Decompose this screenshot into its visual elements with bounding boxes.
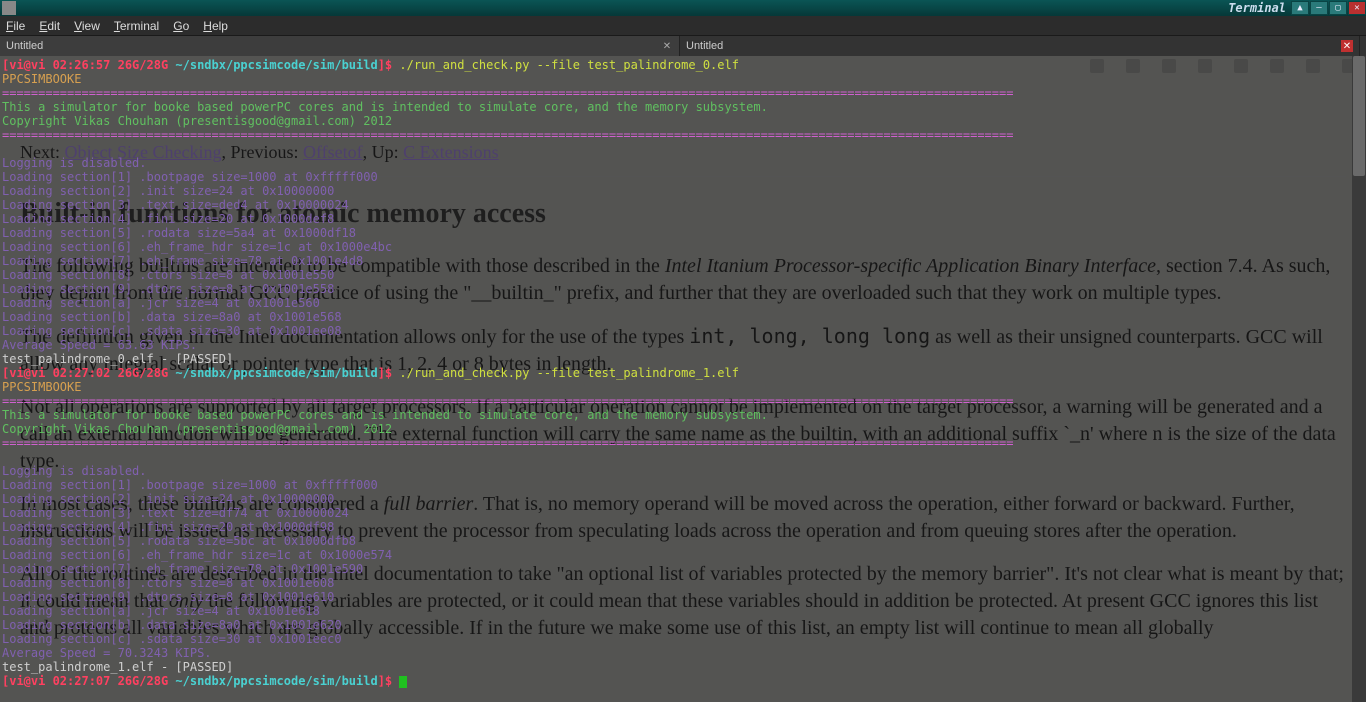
maximize-button[interactable]: ▢ [1329, 1, 1347, 15]
terminal-line: Loading section[5] .rodata size=5bc at 0… [2, 534, 1350, 548]
terminal-line [2, 142, 1350, 156]
menu-file[interactable]: File [6, 19, 25, 33]
terminal-line: Copyright Vikas Chouhan (presentisgood@g… [2, 114, 1350, 128]
terminal-line: Loading section[a] .jcr size=4 at 0x1001… [2, 604, 1350, 618]
terminal-line: Loading section[c] .sdata size=30 at 0x1… [2, 324, 1350, 338]
terminal-line: Logging is disabled. [2, 464, 1350, 478]
terminal-line: Loading section[9] .dtors size=8 at 0x10… [2, 282, 1350, 296]
cursor [399, 676, 407, 688]
terminal-line: Loading section[b] .data size=8a0 at 0x1… [2, 618, 1350, 632]
scrollbar-thumb[interactable] [1353, 56, 1365, 176]
terminal-line: Loading section[3] .text size=ded4 at 0x… [2, 198, 1350, 212]
terminal-line: Loading section[a] .jcr size=4 at 0x1001… [2, 296, 1350, 310]
terminal-line: Loading section[9] .dtors size=8 at 0x10… [2, 590, 1350, 604]
shade-button[interactable]: ▲ [1291, 1, 1309, 15]
tab-0[interactable]: Untitled ✕ [0, 36, 680, 56]
tab-bar: Untitled ✕ Untitled ✕ [0, 36, 1366, 56]
tab-1[interactable]: Untitled ✕ [680, 36, 1360, 56]
terminal-line: Copyright Vikas Chouhan (presentisgood@g… [2, 422, 1350, 436]
terminal-line: Loading section[7] .eh_frame size=78 at … [2, 254, 1350, 268]
terminal-line: Loading section[c] .sdata size=30 at 0x1… [2, 632, 1350, 646]
terminal-line: This a simulator for booke based powerPC… [2, 408, 1350, 422]
terminal-line: PPCSIMBOOKE [2, 72, 1350, 86]
menu-terminal[interactable]: Terminal [114, 19, 159, 33]
close-button[interactable]: ✕ [1348, 1, 1366, 15]
window-title: Terminal [1228, 1, 1286, 15]
tab-label: Untitled [686, 40, 723, 52]
menu-go[interactable]: Go [173, 19, 189, 33]
tab-close-icon[interactable]: ✕ [661, 40, 673, 52]
terminal-line: Loading section[4] .fini size=20 at 0x10… [2, 520, 1350, 534]
terminal-line: [vi@vi 02:27:02 26G/28G ~/sndbx/ppcsimco… [2, 366, 1350, 380]
menu-view[interactable]: View [74, 19, 100, 33]
terminal-line: [vi@vi 02:26:57 26G/28G ~/sndbx/ppcsimco… [2, 58, 1350, 72]
terminal-line: ========================================… [2, 86, 1350, 100]
tab-close-icon[interactable]: ✕ [1341, 40, 1353, 52]
terminal-line: Loading section[4] .fini size=20 at 0x10… [2, 212, 1350, 226]
minimize-button[interactable]: — [1310, 1, 1328, 15]
scrollbar[interactable] [1352, 56, 1366, 702]
app-icon [2, 1, 16, 15]
terminal-line: [vi@vi 02:27:07 26G/28G ~/sndbx/ppcsimco… [2, 674, 1350, 688]
terminal-line: ========================================… [2, 436, 1350, 450]
terminal-line: PPCSIMBOOKE [2, 380, 1350, 394]
terminal-line: Loading section[1] .bootpage size=1000 a… [2, 478, 1350, 492]
terminal-line: Loading section[5] .rodata size=5a4 at 0… [2, 226, 1350, 240]
terminal-line: This a simulator for booke based powerPC… [2, 100, 1350, 114]
terminal-line: Loading section[7] .eh_frame size=78 at … [2, 562, 1350, 576]
terminal-line: Loading section[6] .eh_frame_hdr size=1c… [2, 240, 1350, 254]
terminal-line: Loading section[8] .ctors size=8 at 0x10… [2, 576, 1350, 590]
terminal-line: Loading section[2] .init size=24 at 0x10… [2, 184, 1350, 198]
terminal-line: ========================================… [2, 128, 1350, 142]
terminal-line: Loading section[6] .eh_frame_hdr size=1c… [2, 548, 1350, 562]
terminal-line [2, 450, 1350, 464]
menu-edit[interactable]: Edit [39, 19, 60, 33]
terminal-line: test_palindrome_0.elf - [PASSED] [2, 352, 1350, 366]
terminal-line: Average Speed = 63.63 KIPS. [2, 338, 1350, 352]
terminal-line: Loading section[b] .data size=8a0 at 0x1… [2, 310, 1350, 324]
window-titlebar[interactable]: Terminal ▲ — ▢ ✕ [0, 0, 1366, 16]
terminal-line: Loading section[3] .text size=df74 at 0x… [2, 506, 1350, 520]
terminal-line: Logging is disabled. [2, 156, 1350, 170]
terminal-viewport[interactable]: [vi@vi 02:26:57 26G/28G ~/sndbx/ppcsimco… [0, 56, 1352, 702]
terminal-line: Loading section[8] .ctors size=8 at 0x10… [2, 268, 1350, 282]
terminal-line: ========================================… [2, 394, 1350, 408]
menu-help[interactable]: Help [203, 19, 228, 33]
terminal-line: Loading section[1] .bootpage size=1000 a… [2, 170, 1350, 184]
menu-bar: File Edit View Terminal Go Help [0, 16, 1366, 36]
terminal-line: Loading section[2] .init size=24 at 0x10… [2, 492, 1350, 506]
terminal-line: Average Speed = 70.3243 KIPS. [2, 646, 1350, 660]
terminal-line: test_palindrome_1.elf - [PASSED] [2, 660, 1350, 674]
tab-label: Untitled [6, 40, 43, 52]
